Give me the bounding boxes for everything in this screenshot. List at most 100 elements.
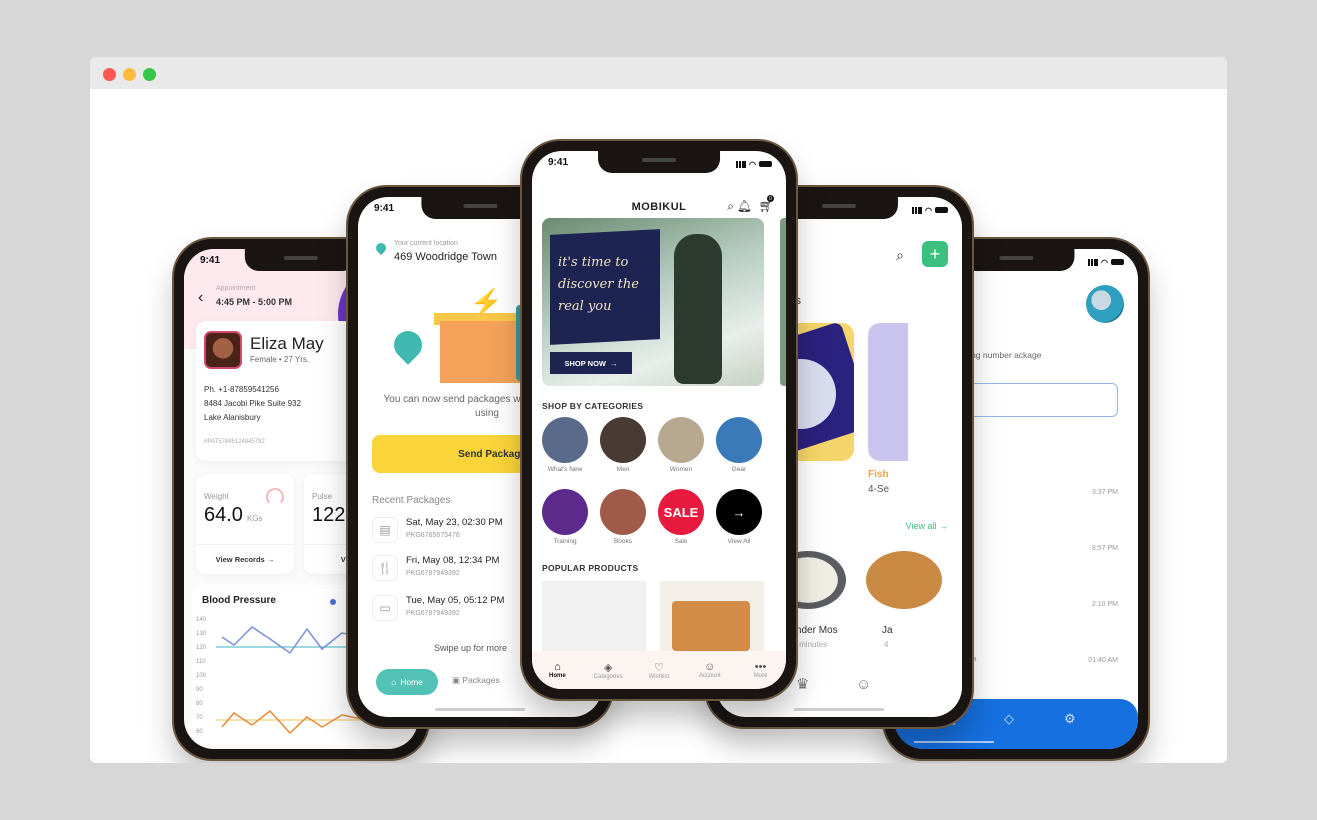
nav-item-categories[interactable]: ◈ Categories bbox=[586, 661, 630, 680]
dish-image[interactable] bbox=[866, 551, 942, 609]
arrow-right-icon: → bbox=[610, 358, 618, 368]
category-image bbox=[600, 489, 646, 535]
patient-details: Female • 27 Yrs. bbox=[250, 355, 310, 364]
weight-label: Weight bbox=[204, 492, 229, 501]
y-tick-label: 110 bbox=[196, 659, 206, 665]
signal-icon bbox=[736, 160, 747, 168]
user-avatar[interactable] bbox=[1086, 285, 1124, 323]
recipe-category-card[interactable] bbox=[868, 323, 908, 461]
diastolic-line bbox=[221, 709, 363, 735]
weight-number: 64.0 bbox=[204, 504, 243, 526]
category-item[interactable]: Books bbox=[599, 489, 647, 545]
banner-text: it's time to discover the real you bbox=[558, 255, 639, 314]
patient-name: Eliza May bbox=[250, 334, 324, 353]
search-icon[interactable]: ⌕ bbox=[896, 247, 904, 264]
package-date: Sat, May 23, 02:30 PM bbox=[406, 517, 503, 528]
patient-avatar bbox=[204, 331, 242, 369]
product-card-bag[interactable] bbox=[660, 581, 764, 651]
wifi-icon: ◠ bbox=[925, 205, 932, 215]
profile-icon[interactable]: ☺ bbox=[856, 676, 871, 693]
nav-label: Home bbox=[549, 673, 566, 679]
bell-icon[interactable]: 🔔︎ bbox=[737, 199, 752, 213]
swipe-hint: Swipe up for more bbox=[434, 643, 508, 653]
nav-home-button[interactable]: ⌂ Home bbox=[376, 669, 438, 695]
dish-time: 4 bbox=[884, 640, 889, 649]
chart-title: Blood Pressure bbox=[202, 595, 276, 606]
nav-item-more[interactable]: ••• More bbox=[739, 661, 783, 679]
categories-icon: ◈ bbox=[603, 661, 613, 674]
home-icon: ⌂ bbox=[554, 661, 561, 673]
category-image: → bbox=[716, 489, 762, 535]
shop-now-label: SHOP NOW bbox=[564, 358, 607, 368]
title-bar bbox=[90, 57, 1227, 89]
maximize-window-button[interactable] bbox=[143, 68, 156, 81]
nav-label: Categories bbox=[593, 673, 623, 680]
weight-unit: KGs bbox=[246, 514, 263, 523]
category-label: Training bbox=[553, 538, 577, 545]
tracked-time: 2:10 PM bbox=[1091, 601, 1118, 608]
showcase-stage: 9:41 ‹ Appointment 4:45 PM - 5:00 PM Eli… bbox=[90, 89, 1227, 763]
close-window-button[interactable] bbox=[103, 68, 116, 81]
arrow-right-icon: → bbox=[266, 555, 275, 564]
appointment-label: Appointment bbox=[216, 285, 256, 292]
category-label: Books bbox=[613, 538, 633, 545]
bag-image bbox=[672, 601, 750, 651]
current-location[interactable]: 469 Woodridge Town bbox=[394, 251, 497, 263]
category-item[interactable]: What's New bbox=[541, 417, 589, 473]
gauge-icon bbox=[266, 488, 284, 506]
category-label: Gear bbox=[731, 466, 747, 473]
package-id: PKG6787949392 bbox=[406, 570, 460, 577]
popular-products-title: POPULAR PRODUCTS bbox=[542, 563, 639, 573]
surfer-graphic bbox=[674, 234, 722, 384]
package-icon: ▣ bbox=[452, 675, 461, 685]
signal-icon bbox=[912, 206, 923, 214]
shop-screen: 9:41 ◠ MOBIKUL ⌕ 🔔︎ 🛒︎ 0 it's time to di… bbox=[532, 151, 786, 689]
category-item[interactable]: Men bbox=[599, 417, 647, 473]
minimize-window-button[interactable] bbox=[123, 68, 136, 81]
view-weight-records-link[interactable]: View Records → bbox=[196, 544, 294, 564]
wishlist-icon: ♡ bbox=[654, 661, 664, 674]
chef-hat-icon[interactable]: ♛ bbox=[796, 675, 809, 693]
wifi-icon: ◠ bbox=[1101, 257, 1108, 267]
category-item[interactable]: → View All bbox=[715, 489, 763, 545]
add-recipe-button[interactable]: + bbox=[922, 241, 948, 267]
package-date: Fri, May 08, 12:34 PM bbox=[406, 555, 500, 566]
settings-icon[interactable]: ⚙ bbox=[1064, 711, 1076, 727]
package-date: Tue, May 05, 05:12 PM bbox=[406, 595, 505, 606]
category-label: Women bbox=[669, 466, 693, 473]
tracked-time: 8:57 PM bbox=[1091, 545, 1118, 552]
category-item[interactable]: Gear bbox=[715, 417, 763, 473]
ticket-icon[interactable]: ◇ bbox=[1004, 711, 1014, 727]
account-icon: ☺ bbox=[704, 661, 716, 673]
nav-item-wishlist[interactable]: ♡ Wishlist bbox=[637, 661, 681, 680]
pulse-value: 122 bbox=[312, 504, 346, 526]
wifi-icon: ◠ bbox=[749, 159, 756, 169]
battery-icon bbox=[935, 207, 948, 213]
shop-now-button[interactable]: SHOP NOW → bbox=[550, 352, 632, 374]
status-time: 9:41 bbox=[374, 203, 395, 214]
status-bar: 9:41 ◠ bbox=[548, 157, 772, 171]
category-item[interactable]: SALE Sale bbox=[657, 489, 705, 545]
patient-id: #PAT57845124845782 bbox=[204, 439, 265, 445]
product-card-sneakers[interactable] bbox=[542, 581, 646, 651]
category-label: View All bbox=[727, 538, 751, 545]
view-all-link[interactable]: View all → bbox=[906, 521, 948, 531]
y-tick-label: 140 bbox=[196, 617, 207, 623]
category-item[interactable]: Women bbox=[657, 417, 705, 473]
nav-packages-button[interactable]: ▣ Packages bbox=[452, 675, 500, 686]
nav-item-account[interactable]: ☺ Account bbox=[688, 661, 732, 679]
map-pin-graphic bbox=[388, 325, 428, 365]
promo-banner[interactable]: it's time to discover the real you SHOP … bbox=[542, 218, 764, 386]
home-icon: ⌂ bbox=[391, 677, 397, 687]
category-label: Men bbox=[616, 466, 630, 473]
category-image bbox=[600, 417, 646, 463]
nav-item-home[interactable]: ⌂ Home bbox=[535, 661, 579, 679]
category-item[interactable]: Training bbox=[541, 489, 589, 545]
search-icon[interactable]: ⌕ bbox=[727, 199, 734, 214]
status-time: 9:41 bbox=[200, 255, 221, 266]
back-icon[interactable]: ‹ bbox=[198, 289, 203, 307]
weight-tile: Weight 64.0 KGs View Records → bbox=[196, 474, 294, 574]
y-tick-label: 130 bbox=[196, 631, 207, 637]
nav-label: More bbox=[753, 673, 768, 679]
systolic-line bbox=[221, 626, 363, 655]
